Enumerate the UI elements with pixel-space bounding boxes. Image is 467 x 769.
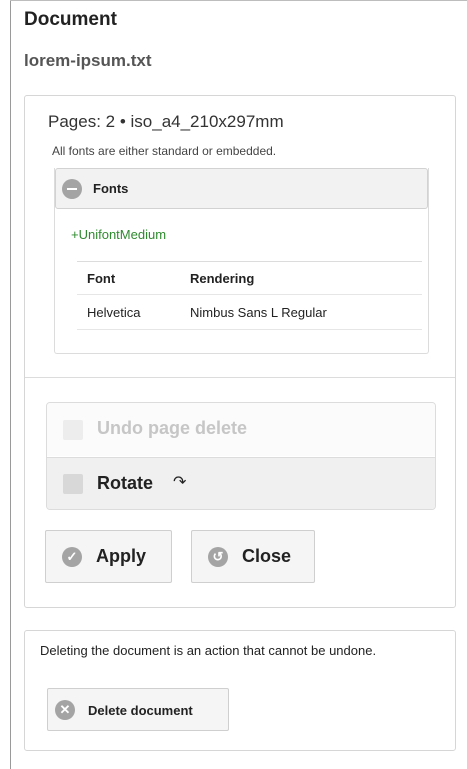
top-border-line — [10, 0, 467, 1]
delete-panel: Deleting the document is an action that … — [24, 630, 456, 751]
column-header-rendering: Rendering — [180, 261, 422, 295]
fonts-toggle-header[interactable]: Fonts — [55, 168, 428, 209]
undo-page-delete-checkbox[interactable] — [63, 420, 83, 440]
rotate-row[interactable]: Rotate ↷ — [47, 457, 435, 509]
fonts-note: All fonts are either standard or embedde… — [52, 144, 277, 158]
rendering-cell: Nimbus Sans L Regular — [180, 294, 422, 330]
x-circle-icon: ✕ — [55, 700, 75, 720]
delete-warning: Deleting the document is an action that … — [40, 643, 377, 658]
close-button-label: Close — [242, 546, 292, 566]
left-border-line — [10, 0, 11, 769]
check-circle-icon: ✓ — [62, 547, 82, 567]
table-row: Helvetica Nimbus Sans L Regular — [77, 294, 422, 330]
undo-page-delete-row[interactable]: Undo page delete — [47, 403, 435, 456]
rotate-checkbox[interactable] — [63, 474, 83, 494]
document-panel: Pages: 2 • iso_a4_210x297mm All fonts ar… — [24, 95, 456, 608]
embedded-font-name: +UnifontMedium — [71, 227, 167, 242]
file-name: lorem-ipsum.txt — [24, 51, 152, 70]
apply-button-label: Apply — [96, 546, 147, 566]
fonts-header-label: Fonts — [93, 181, 129, 196]
delete-document-label: Delete document — [88, 703, 193, 718]
font-cell: Helvetica — [77, 294, 180, 330]
rotate-label: Rotate — [97, 473, 154, 493]
fonts-section: Fonts +UnifontMedium Font Rendering Helv… — [54, 168, 429, 354]
delete-document-button[interactable]: ✕ Delete document — [47, 688, 229, 731]
minus-circle-icon — [62, 179, 82, 199]
page-title: Document — [24, 9, 117, 30]
section-divider — [25, 377, 455, 378]
fonts-table: Font Rendering Helvetica Nimbus Sans L R… — [77, 261, 422, 330]
rotate-clockwise-icon: ↷ — [173, 474, 187, 491]
page-actions: Undo page delete Rotate ↷ — [46, 402, 436, 510]
close-button[interactable]: ↺ Close — [191, 530, 315, 583]
undo-circle-icon: ↺ — [208, 547, 228, 567]
table-header-row: Font Rendering — [77, 261, 422, 295]
pages-info: Pages: 2 • iso_a4_210x297mm — [48, 112, 284, 131]
apply-button[interactable]: ✓ Apply — [45, 530, 172, 583]
column-header-font: Font — [77, 261, 180, 295]
undo-page-delete-label: Undo page delete — [97, 418, 248, 438]
